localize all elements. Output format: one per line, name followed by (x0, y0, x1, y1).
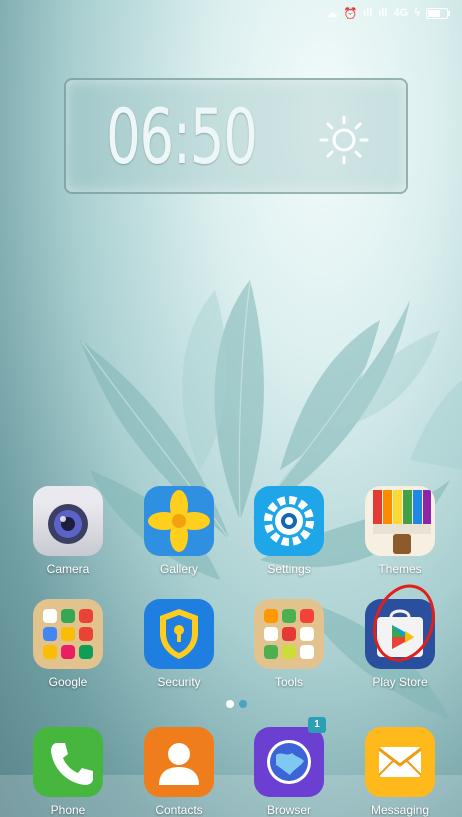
contacts-icon (144, 727, 214, 797)
app-label: Settings (267, 562, 311, 576)
battery-icon (426, 7, 450, 19)
notification-badge: 1 (308, 717, 326, 733)
app-label: Themes (378, 562, 422, 576)
charging-icon: ϟ (414, 7, 420, 19)
settings-gear-icon (254, 486, 324, 556)
app-label: Messaging (370, 803, 430, 817)
page-indicator (226, 700, 247, 708)
dock-messaging[interactable]: Messaging (355, 727, 445, 817)
app-label: Contacts (155, 803, 203, 817)
app-gallery[interactable]: Gallery (134, 486, 224, 576)
clock-time: 06:50 (106, 92, 258, 181)
play-store-icon (365, 599, 435, 669)
app-label: Phone (50, 803, 86, 817)
app-label: Gallery (159, 562, 198, 576)
page-dot-1[interactable] (226, 700, 234, 708)
tools-folder-icon (254, 599, 324, 669)
browser-globe-icon (254, 727, 324, 797)
app-camera[interactable]: Camera (23, 486, 113, 576)
app-label: Play Store (372, 675, 428, 689)
home-screen: ☁ ⏰ ıll ıll 4G ϟ 06:50 Camera Gallery Se… (0, 0, 462, 817)
app-label: Tools (274, 675, 303, 689)
signal-icon-2: ıll (378, 7, 388, 19)
phone-icon (33, 727, 103, 797)
messaging-envelope-icon (365, 727, 435, 797)
app-label: Google (48, 675, 88, 689)
app-label: Security (157, 675, 201, 689)
dock-phone[interactable]: Phone (23, 727, 113, 817)
cloud-icon: ☁ (326, 7, 338, 20)
signal-icon-1: ıll (363, 7, 373, 19)
sun-icon (319, 115, 369, 165)
app-themes[interactable]: Themes (355, 486, 445, 576)
network-type: 4G (393, 7, 409, 19)
camera-icon (33, 486, 103, 556)
dock-contacts[interactable]: Contacts (134, 727, 224, 817)
battery-level (428, 9, 440, 17)
dock-browser[interactable]: 1 Browser (244, 717, 334, 817)
app-play-store[interactable]: Play Store (355, 599, 445, 689)
folder-google[interactable]: Google (23, 599, 113, 689)
status-bar: ☁ ⏰ ıll ıll 4G ϟ (0, 0, 462, 26)
themes-brush-icon (365, 486, 435, 556)
app-label: Camera (46, 562, 90, 576)
security-shield-icon (144, 599, 214, 669)
clock-widget[interactable]: 06:50 (64, 78, 408, 194)
google-folder-icon (33, 599, 103, 669)
alarm-icon: ⏰ (343, 7, 358, 20)
folder-tools[interactable]: Tools (244, 599, 334, 689)
page-dot-2[interactable] (239, 700, 247, 708)
app-label: Browser (266, 803, 311, 817)
app-settings[interactable]: Settings (244, 486, 334, 576)
app-security[interactable]: Security (134, 599, 224, 689)
gallery-icon (144, 486, 214, 556)
